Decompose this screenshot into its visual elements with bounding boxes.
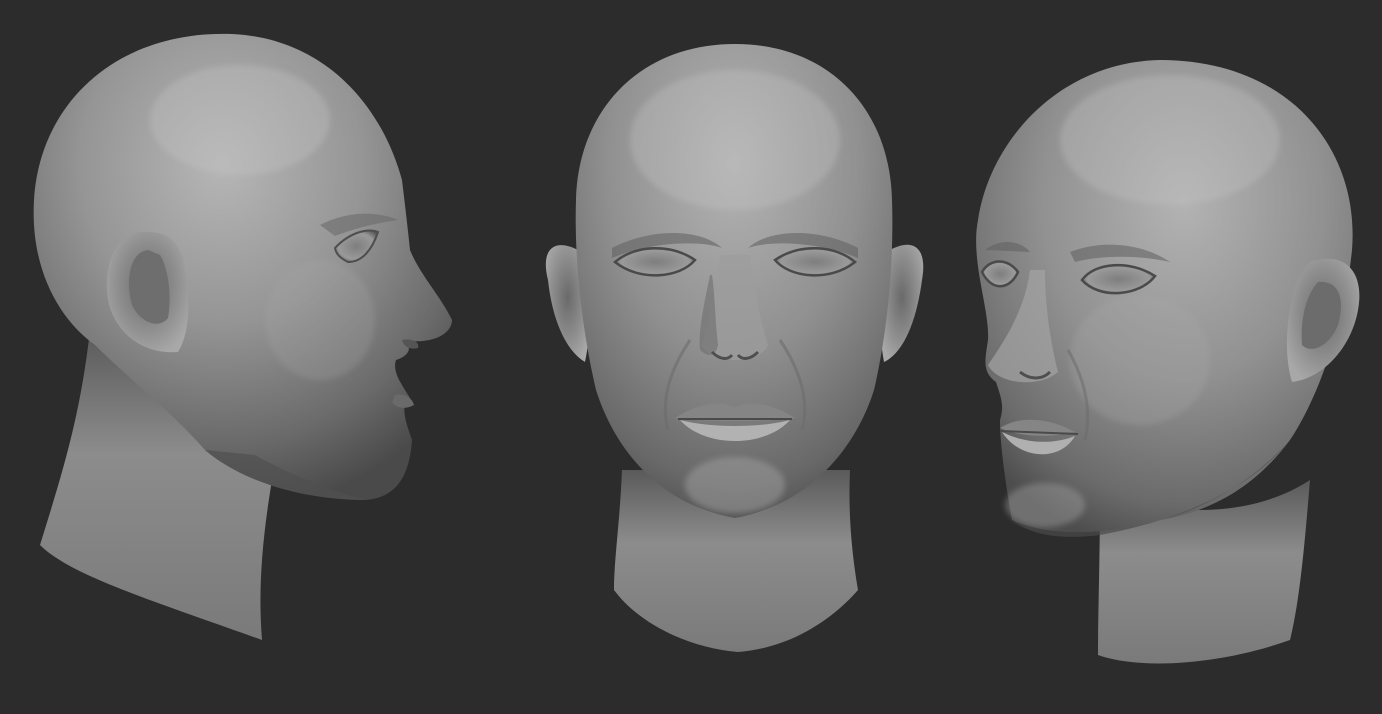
cheek-highlight-left — [265, 260, 375, 380]
head-front — [545, 44, 924, 652]
skull-highlight-left — [150, 65, 330, 175]
head-turnaround-render — [33, 33, 1360, 664]
chin-front — [685, 457, 785, 513]
head-left-profile — [33, 33, 452, 640]
forehead-highlight — [630, 70, 840, 210]
head-three-quarter — [976, 60, 1360, 664]
skull-highlight-three-quarter — [1060, 75, 1280, 205]
sculpt-viewport — [0, 0, 1382, 714]
cheek-three-quarter — [1070, 295, 1210, 425]
chin-three-quarter — [1005, 483, 1085, 527]
